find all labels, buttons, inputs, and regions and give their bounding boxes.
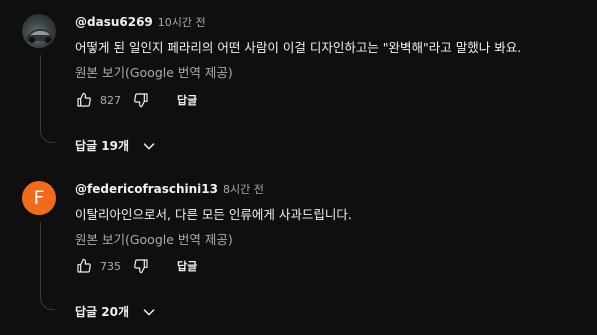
comment-actions: 827 답글 [75, 90, 197, 110]
reply-button[interactable]: 답글 [177, 92, 197, 108]
thread-line [40, 55, 41, 130]
thumbs-down-icon[interactable] [132, 91, 150, 109]
view-replies-button[interactable]: 답글 19개 [75, 137, 157, 154]
comment-header: @federicofraschini13 8시간 전 [75, 181, 264, 197]
reply-button[interactable]: 답글 [177, 258, 197, 274]
avatar[interactable]: F [22, 181, 56, 215]
comment-text: 어떻게 된 일인지 페라리의 어떤 사람이 이걸 디자인하고는 "완벽해"라고 … [75, 40, 522, 55]
author-name[interactable]: @federicofraschini13 [75, 182, 218, 196]
thread-connector [40, 297, 55, 310]
view-replies-button[interactable]: 답글 20개 [75, 303, 157, 320]
chevron-down-icon [141, 138, 157, 154]
car-photo-icon [26, 28, 53, 43]
comment-text: 이탈리아인으로서, 다른 모든 인류에게 사과드립니다. [75, 207, 352, 222]
comment-actions: 735 답글 [75, 256, 197, 276]
thread-connector [40, 130, 55, 143]
comment-time[interactable]: 8시간 전 [223, 183, 264, 196]
comment-header: @dasu6269 10시간 전 [75, 14, 206, 30]
view-original-link[interactable]: 원본 보기(Google 번역 제공) [75, 229, 233, 248]
replies-count-label: 답글 20개 [75, 305, 129, 319]
view-original-link[interactable]: 원본 보기(Google 번역 제공) [75, 62, 233, 81]
chevron-down-icon [141, 304, 157, 320]
author-name[interactable]: @dasu6269 [75, 15, 153, 29]
thumbs-down-icon[interactable] [132, 257, 150, 275]
like-count: 735 [100, 259, 121, 273]
thread-line [40, 222, 41, 297]
avatar[interactable] [22, 14, 56, 48]
replies-count-label: 답글 19개 [75, 139, 129, 153]
thumbs-up-icon[interactable] [75, 91, 93, 109]
like-count: 827 [100, 93, 121, 107]
comment-time[interactable]: 10시간 전 [158, 16, 206, 29]
thumbs-up-icon[interactable] [75, 257, 93, 275]
